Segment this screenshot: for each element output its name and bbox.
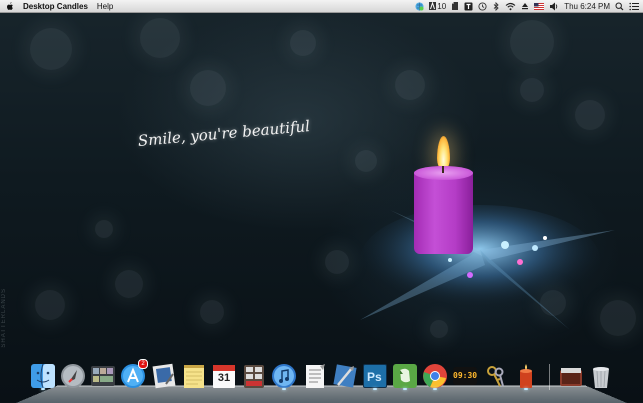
itunes-icon [272,364,296,388]
bokeh-light [520,78,544,102]
dock-item-photo-slideshow[interactable] [241,362,267,390]
wallpaper-tagline: Smile, you're beautiful [137,116,311,150]
eject-icon[interactable] [521,1,529,11]
menu-clock[interactable]: Thu 6:24 PM [564,1,610,11]
dock-item-photo-booth[interactable] [90,362,116,390]
candle-body [414,171,473,254]
dock-item-app-store[interactable]: 2 [120,359,148,390]
dock-item-preview[interactable] [151,362,177,390]
time-machine-icon[interactable] [478,1,487,11]
dock-item-desktop-candles[interactable] [513,362,539,390]
text-edit-icon [306,364,325,388]
dock-item-trash[interactable] [588,362,614,390]
launchpad-icon [61,364,85,388]
bokeh-light [190,70,226,106]
calendar-day: 31 [217,372,231,384]
downloads-stack-icon [560,368,582,386]
trash-icon [593,367,609,388]
adobe-updates-status[interactable]: 10 [429,1,446,11]
dock-item-itunes[interactable] [271,362,297,390]
candle-wick [442,166,444,173]
menu-extras: 10 Thu 6:24 PM [415,0,639,12]
bokeh-light [355,150,377,172]
menu-bar-left: Desktop Candles Help [6,0,113,12]
desktop: Smile, you're beautiful SHATTERLANDS [0,0,643,402]
wifi-icon[interactable] [505,1,516,11]
abstract-flower-art [360,205,615,330]
app-store-badge: 2 [138,359,148,369]
us-flag-input-icon[interactable] [534,1,545,11]
notification-center-icon[interactable] [629,1,639,11]
dock-item-chrome[interactable] [422,362,448,390]
dock-item-notes[interactable] [181,362,207,390]
dock-item-launchpad[interactable] [60,362,86,390]
running-indicator [433,388,437,390]
svg-text:Ps: Ps [367,370,382,384]
keychain-icon [487,366,504,387]
running-indicator [282,388,286,390]
menu-help[interactable]: Help [97,2,113,11]
update-count: 10 [437,1,447,11]
candle-app-icon [520,364,532,388]
photoshop-icon: Ps [363,364,387,388]
globe-status-icon[interactable] [415,1,424,11]
photo-booth-icon [91,366,115,386]
running-indicator [373,388,377,390]
dashboard-time: 09:30 [453,371,478,380]
finder-icon [31,363,55,389]
bokeh-light [95,220,113,238]
apple-menu-icon[interactable] [6,1,14,11]
dock-item-calendar[interactable]: 31 [211,362,237,390]
photo-slideshow-icon [244,365,264,388]
bokeh-light [290,30,316,56]
chrome-icon [423,364,447,388]
running-indicator [41,388,45,390]
wallpaper-watermark: SHATTERLANDS [1,288,7,348]
bokeh-light [200,300,224,324]
bokeh-light [510,20,554,64]
bokeh-light [140,18,180,58]
spotlight-search-icon[interactable] [615,1,624,11]
bluetooth-icon[interactable] [492,1,500,11]
dock: 2 31 Ps 09:30 [0,358,643,402]
volume-icon[interactable] [549,1,559,11]
app-menu-title[interactable]: Desktop Candles [23,2,88,11]
bokeh-light [35,290,65,320]
dock-item-dashboard[interactable]: 09:30 [452,362,478,390]
evernote-status-icon[interactable] [451,1,459,11]
dock-item-evernote[interactable] [392,362,418,390]
candle-flame [437,136,450,170]
dock-item-xcode[interactable] [332,362,358,390]
bokeh-light [115,270,143,298]
bokeh-light [395,70,425,100]
dock-item-downloads-stack[interactable] [558,362,584,390]
text-status-icon[interactable] [464,1,473,11]
notes-icon [184,365,204,388]
bokeh-light [575,100,605,130]
bokeh-light [30,28,72,70]
adobe-icon [429,2,437,10]
dock-item-photoshop[interactable]: Ps [362,362,388,390]
running-indicator [403,388,407,390]
xcode-icon [333,364,357,388]
dock-item-keychain[interactable] [482,362,508,390]
running-indicator [524,388,528,390]
preview-icon [152,363,176,389]
dock-item-text-edit[interactable] [302,362,328,390]
dock-item-finder[interactable] [30,362,56,390]
menu-bar: Desktop Candles Help 10 Thu 6:24 PM [0,0,643,13]
evernote-icon [393,364,417,388]
